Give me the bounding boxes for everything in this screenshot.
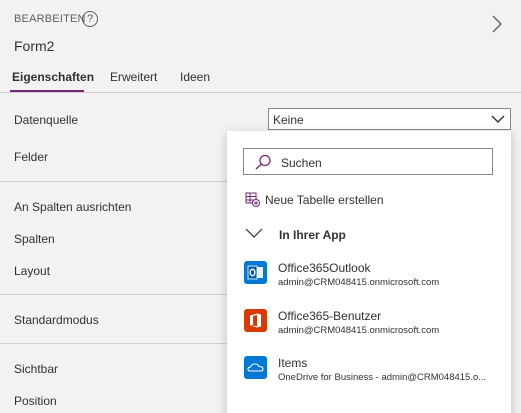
section-title: In Ihrer App — [279, 228, 346, 242]
datasource-value: Keine — [273, 113, 304, 127]
tab-eigenschaften[interactable]: Eigenschaften — [12, 70, 94, 84]
datasource-item-outlook[interactable]: Office365Outlook admin@CRM048415.onmicro… — [227, 261, 511, 301]
tab-bar: Eigenschaften Erweitert Ideen — [0, 70, 521, 92]
search-icon — [255, 154, 271, 170]
header-label: BEARBEITEN — [14, 13, 86, 25]
form-name: Form2 — [14, 38, 55, 54]
datasource-subtitle: OneDrive for Business - admin@CRM048415.… — [278, 372, 487, 383]
datasource-title: Office365Outlook — [278, 261, 371, 275]
tab-erweitert[interactable]: Erweitert — [110, 70, 157, 84]
chevron-down-icon — [491, 115, 505, 123]
search-input[interactable]: Suchen — [243, 148, 493, 175]
help-icon[interactable]: ? — [82, 11, 98, 27]
columns-label: Spalten — [14, 232, 55, 246]
visible-label: Sichtbar — [14, 362, 59, 376]
datasource-subtitle: admin@CRM048415.onmicrosoft.com — [278, 325, 440, 336]
layout-label: Layout — [14, 264, 51, 278]
onedrive-icon — [244, 356, 267, 379]
datasource-title: Office365-Benutzer — [278, 309, 382, 323]
datasource-title: Items — [278, 356, 308, 370]
divider — [0, 343, 230, 344]
datasource-label: Datenquelle — [14, 113, 79, 127]
chevron-right-icon[interactable] — [491, 14, 503, 34]
tab-ideen[interactable]: Ideen — [180, 70, 210, 84]
office-icon — [244, 309, 267, 332]
datasource-subtitle: admin@CRM048415.onmicrosoft.com — [278, 277, 440, 288]
datasource-flyout: Suchen Neue Tabelle erstellen In Ihrer A… — [227, 131, 511, 413]
add-table-icon — [245, 192, 260, 207]
align-columns-label: An Spalten ausrichten — [14, 200, 132, 214]
search-placeholder: Suchen — [281, 156, 322, 170]
outlook-icon — [244, 261, 267, 284]
divider — [0, 181, 230, 182]
new-table-button[interactable]: Neue Tabelle erstellen — [243, 192, 493, 208]
default-mode-label: Standardmodus — [14, 313, 99, 327]
tabs-divider — [0, 92, 521, 93]
chevron-down-icon[interactable] — [245, 227, 263, 239]
fields-label: Felder — [14, 150, 49, 164]
datasource-dropdown[interactable]: Keine — [268, 108, 511, 130]
datasource-item-office365-users[interactable]: Office365-Benutzer admin@CRM048415.onmic… — [227, 309, 511, 349]
position-label: Position — [14, 394, 57, 408]
datasource-item-items[interactable]: Items OneDrive for Business - admin@CRM0… — [227, 356, 511, 396]
new-table-label: Neue Tabelle erstellen — [265, 193, 384, 207]
divider — [0, 294, 230, 295]
